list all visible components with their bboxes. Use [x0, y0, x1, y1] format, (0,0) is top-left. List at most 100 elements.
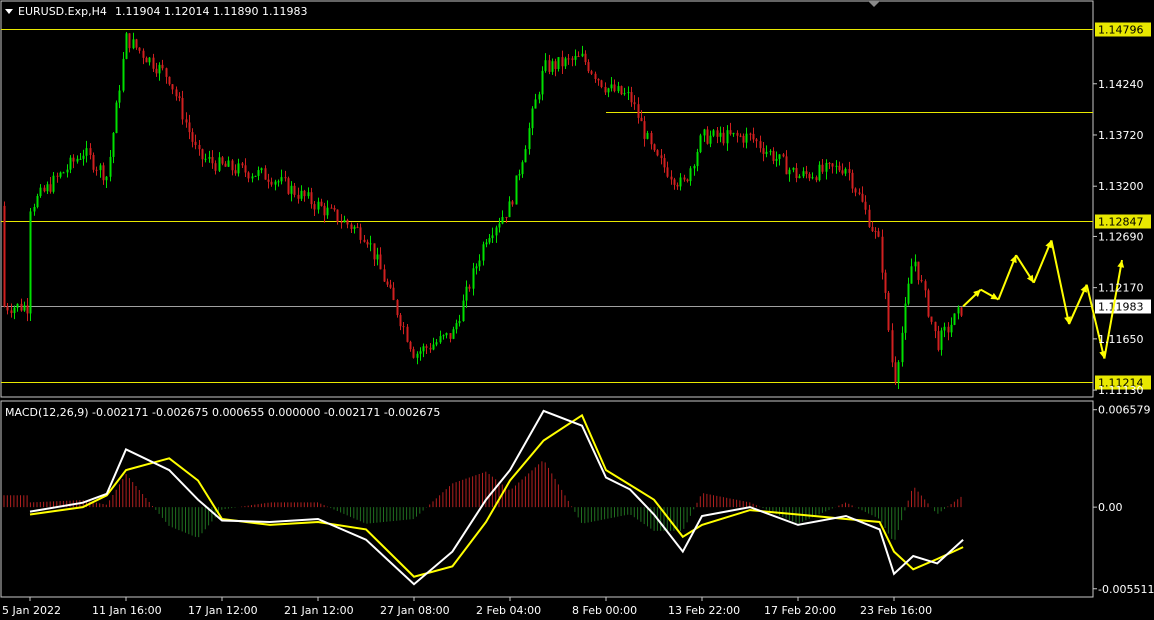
candle-body [482, 244, 485, 261]
candle-body [191, 132, 194, 142]
candle-body [544, 60, 547, 71]
candle-body [152, 57, 155, 69]
candle-body [561, 57, 564, 67]
scroll-marker-icon[interactable] [868, 1, 880, 7]
level-lines: 1.147961.128471.112141.11983 [1, 22, 1151, 390]
candle-body [835, 165, 838, 167]
candle-body [653, 144, 656, 151]
candle-body [198, 145, 201, 150]
candle-body [630, 92, 633, 103]
current-price-label: 1.11983 [1098, 301, 1144, 314]
chart-menu-triangle-icon[interactable] [5, 9, 13, 14]
candle-body [29, 211, 32, 314]
candle-body [326, 207, 329, 216]
candle-body [409, 341, 412, 350]
candle-body [666, 167, 669, 177]
candle-body [564, 58, 567, 67]
candle-body [679, 177, 682, 187]
candle-body [52, 175, 55, 192]
candle-body [633, 102, 636, 105]
candle-body [769, 151, 772, 153]
candle-body [350, 224, 353, 229]
candle-body [818, 164, 821, 181]
candle-body [703, 129, 706, 136]
candle-body [359, 227, 362, 240]
candle-body [957, 307, 960, 314]
candle-body [811, 177, 814, 179]
candle-body [264, 168, 267, 180]
candle-body [135, 39, 138, 48]
candle-body [742, 135, 745, 143]
candle-body [894, 362, 897, 383]
candle-body [656, 150, 659, 156]
candle-body [105, 176, 108, 181]
price-chart[interactable]: EURUSD.Exp,H4 1.11904 1.12014 1.11890 1.… [0, 0, 1154, 620]
candle-body [689, 168, 692, 182]
candle-body [386, 281, 389, 285]
price-axis: 1.14240 1.13720 1.13200 1.12690 1.12170 1.116… [1093, 78, 1144, 397]
forecast-arrowhead [1117, 260, 1125, 268]
candle-body [508, 201, 511, 218]
candle-body [640, 117, 643, 122]
candle-body [392, 287, 395, 301]
candle-body [6, 306, 9, 311]
candle-body [868, 209, 871, 227]
candle-body [155, 68, 158, 74]
candle-body [501, 217, 504, 224]
candle-body [257, 170, 260, 176]
price-panel-frame [0, 0, 1094, 398]
candle-body [660, 155, 663, 159]
candle-body [168, 76, 171, 85]
forecast-segment [1050, 240, 1071, 325]
candle-body [89, 148, 92, 156]
candle-body [85, 148, 88, 156]
candle-body [201, 149, 204, 160]
candle-body [782, 154, 785, 157]
candle-body [353, 226, 356, 229]
candle-body [23, 305, 26, 311]
candle-body [118, 90, 121, 103]
candle-body [383, 269, 386, 282]
macd-tick-label: 0.006579 [1098, 404, 1151, 417]
candle-body [224, 163, 227, 167]
candle-body [792, 167, 795, 170]
time-tick-label: 8 Feb 00:00 [572, 604, 637, 617]
candle-body [194, 141, 197, 146]
candle-body [584, 53, 587, 63]
candle-body [317, 201, 320, 210]
candle-body [571, 58, 574, 60]
candle-body [722, 132, 725, 144]
candle-body [607, 88, 610, 93]
candle-body [613, 84, 616, 92]
candle-body [838, 165, 841, 171]
candle-body [59, 172, 62, 177]
candle-body [468, 286, 471, 289]
candle-body [524, 149, 527, 163]
candle-body [587, 62, 590, 72]
candle-body [581, 53, 584, 57]
candle-body [178, 96, 181, 98]
candle-body [712, 130, 715, 136]
candle-body [528, 128, 531, 150]
level-tag-label: 1.12847 [1098, 216, 1144, 229]
forecast-segment [1085, 284, 1106, 359]
candle-body [696, 152, 699, 167]
candles [3, 31, 963, 390]
candle-body [218, 157, 221, 171]
candle-body [379, 254, 382, 270]
candle-body [10, 310, 13, 314]
candle-body [637, 104, 640, 118]
candle-body [36, 196, 39, 207]
macd-label: MACD(12,26,9) -0.002171 -0.002675 0.0006… [5, 406, 440, 419]
candle-body [92, 155, 95, 170]
candle-body [498, 223, 501, 228]
candle-body [125, 33, 128, 59]
candle-body [726, 130, 729, 144]
candle-body [749, 133, 752, 135]
macd-tick-label: -0.005511 [1098, 583, 1154, 596]
candle-body [904, 303, 907, 333]
candle-body [373, 243, 376, 260]
time-axis: 5 Jan 2022 11 Jan 16:00 17 Jan 12:00 21 Jan… [2, 597, 932, 617]
candle-body [534, 99, 537, 109]
candle-body [251, 176, 254, 179]
